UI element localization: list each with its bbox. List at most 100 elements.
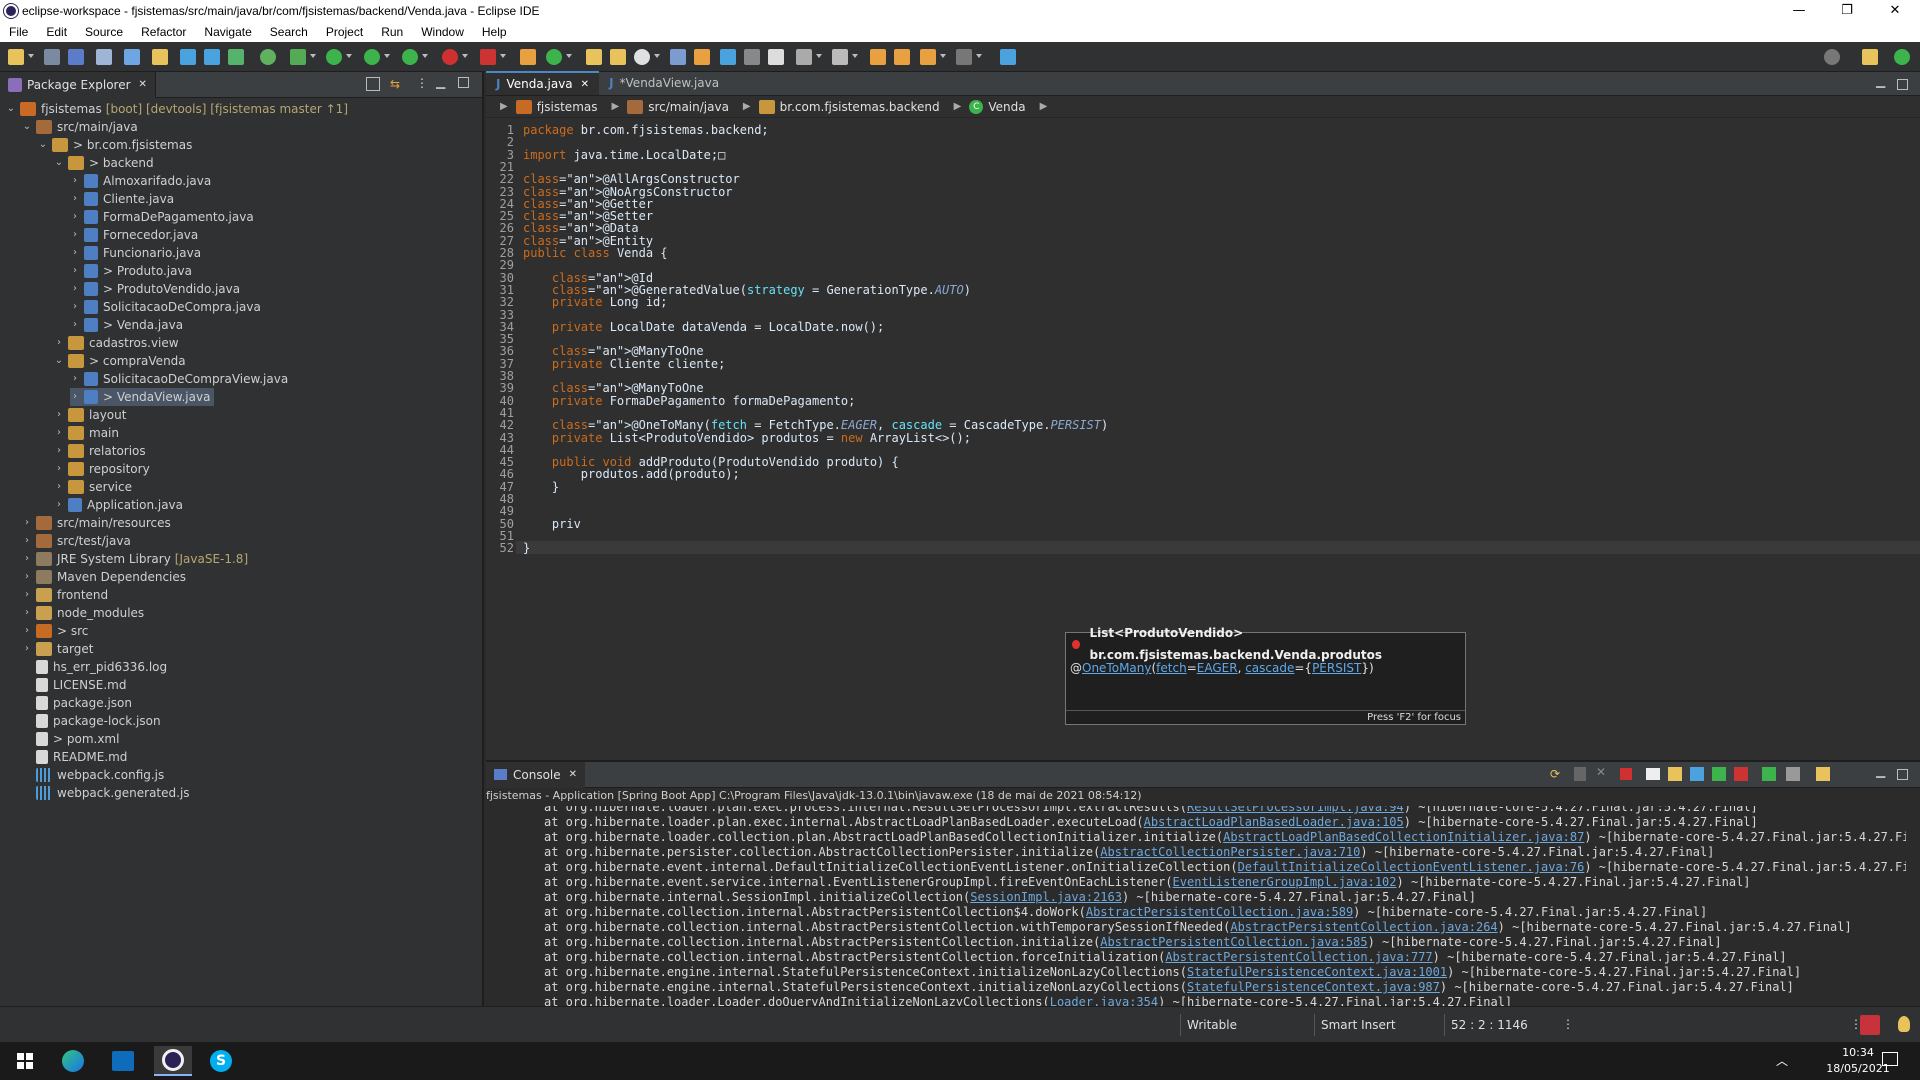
new-icon[interactable] — [8, 49, 24, 65]
display-console-icon[interactable] — [1786, 767, 1800, 781]
breadcrumb-source-folder[interactable]: src/main/java — [627, 99, 729, 114]
link-editor-icon[interactable]: ⇆ — [390, 77, 400, 91]
tree-item[interactable]: › > ProdutoVendido.java — [70, 280, 240, 298]
grid-icon[interactable] — [204, 49, 220, 65]
search-icon[interactable] — [634, 49, 650, 65]
tree-item[interactable]: ⌄ src/main/java — [22, 118, 138, 136]
remove-launch-icon[interactable] — [1574, 767, 1586, 781]
block-selection-icon[interactable] — [744, 49, 760, 65]
stack-frame-link[interactable]: AbstractPersistentCollection.java:589 — [1086, 905, 1353, 919]
chevron-right-icon[interactable]: › — [70, 388, 80, 406]
spring-icon[interactable] — [228, 49, 244, 65]
tree-item[interactable]: ⌄ > backend — [54, 154, 154, 172]
chevron-right-icon[interactable]: › — [70, 370, 80, 388]
chevron-right-icon[interactable]: › — [54, 478, 64, 496]
cascade-link[interactable]: cascade — [1245, 661, 1294, 675]
refresh-icon[interactable]: ⟳ — [1550, 767, 1560, 781]
chevron-right-icon[interactable]: › — [70, 208, 80, 226]
chevron-right-icon[interactable]: › — [70, 244, 80, 262]
chevron-down-icon[interactable]: ⌄ — [54, 154, 64, 172]
menu-help[interactable]: Help — [473, 25, 516, 39]
maximize-button[interactable]: ❐ — [1824, 0, 1870, 22]
chevron-right-icon[interactable]: › — [54, 424, 64, 442]
chevron-right-icon[interactable]: › — [54, 334, 64, 352]
pin-console-icon[interactable] — [1762, 767, 1776, 781]
tree-item[interactable]: › Almoxarifado.java — [70, 172, 211, 190]
windows-start-button[interactable] — [6, 1046, 44, 1076]
chevron-down-icon[interactable] — [816, 54, 822, 58]
stack-frame-link[interactable]: ResultSetProcessorImpl.java:94 — [1187, 806, 1404, 814]
chevron-right-icon[interactable]: › — [54, 460, 64, 478]
chevron-right-icon[interactable]: › — [70, 172, 80, 190]
chevron-right-icon[interactable]: › — [22, 586, 32, 604]
tree-item[interactable]: › FormaDePagamento.java — [70, 208, 254, 226]
coverage-icon[interactable] — [364, 49, 380, 65]
tree-item[interactable]: package-lock.json — [22, 712, 161, 730]
annotation-link[interactable]: OneToMany — [1082, 661, 1151, 675]
breadcrumb-package[interactable]: br.com.fjsistemas.backend — [758, 99, 940, 114]
taskbar-edge[interactable] — [54, 1046, 92, 1076]
tree-item[interactable]: › JRE System Library [JavaSE-1.8] — [22, 550, 248, 568]
run-icon[interactable] — [326, 49, 342, 65]
chevron-down-icon[interactable] — [500, 54, 506, 58]
tree-item[interactable]: › layout — [54, 406, 126, 424]
tab-package-explorer[interactable]: Package Explorer ✕ — [0, 71, 156, 98]
menu-window[interactable]: Window — [412, 25, 473, 39]
chevron-right-icon[interactable]: › — [22, 514, 32, 532]
chevron-right-icon[interactable]: › — [54, 406, 64, 424]
show-on-output-icon[interactable] — [1712, 767, 1726, 781]
chevron-right-icon[interactable]: › — [22, 604, 32, 622]
stack-frame-link[interactable]: AbstractPersistentCollection.java:777 — [1165, 950, 1432, 964]
back-icon[interactable] — [920, 49, 936, 65]
tree-item[interactable]: › > Venda.java — [70, 316, 183, 334]
tree-item[interactable]: ⌄ > br.com.fjsistemas — [38, 136, 192, 154]
show-whitespace-icon[interactable] — [768, 49, 784, 65]
breadcrumb-class[interactable]: C Venda — [969, 99, 1026, 114]
tree-item[interactable]: › > VendaView.java — [70, 388, 215, 406]
menu-search[interactable]: Search — [261, 25, 317, 39]
chevron-right-icon[interactable]: › — [70, 298, 80, 316]
tree-item[interactable]: › Cliente.java — [70, 190, 174, 208]
open-perspective-icon[interactable] — [1862, 49, 1878, 65]
chevron-right-icon[interactable]: › — [22, 532, 32, 550]
chevron-right-icon[interactable]: › — [70, 226, 80, 244]
taskbar-outlook[interactable] — [104, 1046, 142, 1076]
tree-item[interactable]: › > src — [22, 622, 88, 640]
menu-edit[interactable]: Edit — [37, 25, 76, 39]
minimize-button[interactable]: — — [1776, 0, 1822, 22]
chevron-down-icon[interactable] — [654, 54, 660, 58]
chevron-right-icon[interactable]: › — [22, 568, 32, 586]
open-console-icon[interactable] — [1816, 767, 1830, 781]
stack-frame-link[interactable]: StatefulPersistenceContext.java:1001 — [1187, 965, 1447, 979]
new-java-project-icon[interactable] — [520, 49, 536, 65]
tree-item[interactable]: > pom.xml — [22, 730, 119, 748]
chevron-down-icon[interactable] — [346, 54, 352, 58]
spring-boot-icon[interactable] — [260, 49, 276, 65]
next-annotation-icon[interactable] — [796, 49, 812, 65]
chevron-right-icon[interactable]: › — [54, 442, 64, 460]
stack-frame-link[interactable]: EventListenerGroupImpl.java:102 — [1173, 875, 1397, 889]
tree-item[interactable]: › cadastros.view — [54, 334, 179, 352]
stack-frame-link[interactable]: DefaultInitializeCollectionEventListener… — [1238, 860, 1585, 874]
chevron-right-icon[interactable]: › — [70, 316, 80, 334]
tree-item[interactable]: › Application.java — [54, 496, 183, 514]
stack-frame-link[interactable]: AbstractPersistentCollection.java:585 — [1100, 935, 1367, 949]
close-button[interactable]: ✕ — [1872, 0, 1918, 22]
tree-item[interactable]: › Funcionario.java — [70, 244, 201, 262]
tree-item[interactable]: › Maven Dependencies — [22, 568, 186, 586]
tree-item[interactable]: package.json — [22, 694, 132, 712]
stack-frame-link[interactable]: AbstractLoadPlanBasedCollectionInitializ… — [1223, 830, 1584, 844]
stack-frame-link[interactable]: AbstractPersistentCollection.java:264 — [1230, 920, 1497, 934]
stack-frame-link[interactable]: AbstractLoadPlanBasedLoader.java:105 — [1144, 815, 1404, 829]
refresh-icon[interactable] — [152, 49, 168, 65]
fetch-link[interactable]: fetch — [1156, 661, 1187, 675]
chevron-down-icon[interactable] — [940, 54, 946, 58]
maximize-view-icon[interactable] — [458, 77, 469, 88]
menu-file[interactable]: File — [0, 25, 37, 39]
toggle-mark-occurrences-icon[interactable] — [670, 49, 686, 65]
debug-icon[interactable] — [290, 49, 306, 65]
chevron-right-icon[interactable]: › — [22, 550, 32, 568]
forward-icon[interactable] — [956, 49, 972, 65]
tab-vendaview-java[interactable]: J *VendaView.java — [599, 71, 729, 95]
word-wrap-icon[interactable] — [1690, 767, 1704, 781]
